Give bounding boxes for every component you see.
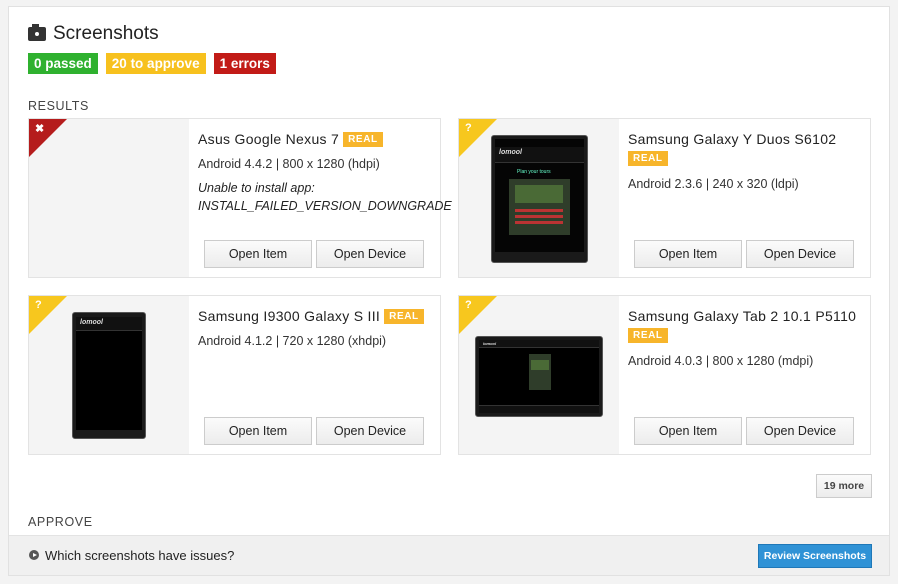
real-device-badge: REAL xyxy=(628,151,668,166)
issues-question-toggle[interactable]: Which screenshots have issues? xyxy=(45,548,234,563)
real-badge-row: REAL xyxy=(628,327,668,345)
status-badges: 0 passed 20 to approve 1 errors xyxy=(28,53,276,74)
device-name-row: Samsung I9300 Galaxy S III REAL xyxy=(198,308,424,324)
open-device-button[interactable]: Open Device xyxy=(316,417,424,445)
show-more-button[interactable]: 19 more xyxy=(816,474,872,498)
device-spec: Android 4.4.2 | 800 x 1280 (hdpi) xyxy=(198,157,380,171)
panel-title: Screenshots xyxy=(53,23,159,44)
screenshots-panel: Screenshots 0 passed 20 to approve 1 err… xyxy=(8,6,890,576)
device-spec: Android 4.1.2 | 720 x 1280 (xhdpi) xyxy=(198,334,387,348)
real-badge-row: REAL xyxy=(628,150,668,168)
review-screenshots-button[interactable]: Review Screenshots xyxy=(758,544,872,568)
question-icon: ? xyxy=(35,299,42,311)
device-spec: Android 2.3.6 | 240 x 320 (ldpi) xyxy=(628,177,799,191)
panel-header: Screenshots xyxy=(28,23,159,45)
approve-footer: Which screenshots have issues? Review Sc… xyxy=(9,535,889,575)
result-card: ✖ Asus Google Nexus 7 REAL Android 4.4.2 … xyxy=(28,118,452,278)
open-device-button[interactable]: Open Device xyxy=(746,417,854,445)
open-item-button[interactable]: Open Item xyxy=(204,417,312,445)
question-icon: ? xyxy=(465,299,472,311)
passed-badge: 0 passed xyxy=(28,53,98,74)
device-name: Asus Google Nexus 7 xyxy=(198,131,340,147)
open-item-button[interactable]: Open Item xyxy=(634,240,742,268)
device-screenshot-image: lomool xyxy=(72,312,146,439)
approve-section-title: APPROVE xyxy=(28,515,93,529)
device-name: Samsung Galaxy Y Duos S6102 xyxy=(628,131,837,147)
expand-arrow-icon[interactable] xyxy=(29,550,39,560)
device-name: Samsung Galaxy Tab 2 10.1 P5110 xyxy=(628,308,857,324)
results-section-title: RESULTS xyxy=(28,99,89,113)
device-spec: Android 4.0.3 | 800 x 1280 (mdpi) xyxy=(628,354,814,368)
error-message-line: Unable to install app: xyxy=(198,181,315,195)
real-device-badge: REAL xyxy=(628,328,668,343)
result-card: lomool Plan your tours ? Samsung Galaxy … xyxy=(458,118,871,278)
screenshot-thumbnail[interactable]: lomool ? xyxy=(459,296,619,454)
open-device-button[interactable]: Open Device xyxy=(746,240,854,268)
to-approve-badge: 20 to approve xyxy=(105,53,206,74)
errors-badge: 1 errors xyxy=(213,53,276,74)
screenshot-thumbnail[interactable]: ✖ xyxy=(29,119,189,277)
device-name-row: Asus Google Nexus 7 REAL xyxy=(198,131,383,147)
open-item-button[interactable]: Open Item xyxy=(634,417,742,445)
device-name: Samsung I9300 Galaxy S III xyxy=(198,308,381,324)
open-device-button[interactable]: Open Device xyxy=(316,240,424,268)
error-x-icon: ✖ xyxy=(35,123,45,135)
camera-icon xyxy=(28,24,46,41)
open-item-button[interactable]: Open Item xyxy=(204,240,312,268)
real-device-badge: REAL xyxy=(384,309,424,324)
error-code: INSTALL_FAILED_VERSION_DOWNGRADE xyxy=(198,199,452,213)
real-device-badge: REAL xyxy=(343,132,383,147)
result-card: lomool ? Samsung I9300 Galaxy S III REAL … xyxy=(28,295,441,455)
screenshot-thumbnail[interactable]: lomool ? xyxy=(29,296,189,454)
screenshot-thumbnail[interactable]: lomool Plan your tours ? xyxy=(459,119,619,277)
result-card: lomool ? Samsung Galaxy Tab 2 10.1 P5110… xyxy=(458,295,871,455)
question-icon: ? xyxy=(465,122,472,134)
device-screenshot-image: lomool Plan your tours xyxy=(491,135,588,263)
error-message: Unable to install app: INSTALL_FAILED_VE… xyxy=(198,179,452,215)
device-screenshot-image: lomool xyxy=(475,336,603,417)
